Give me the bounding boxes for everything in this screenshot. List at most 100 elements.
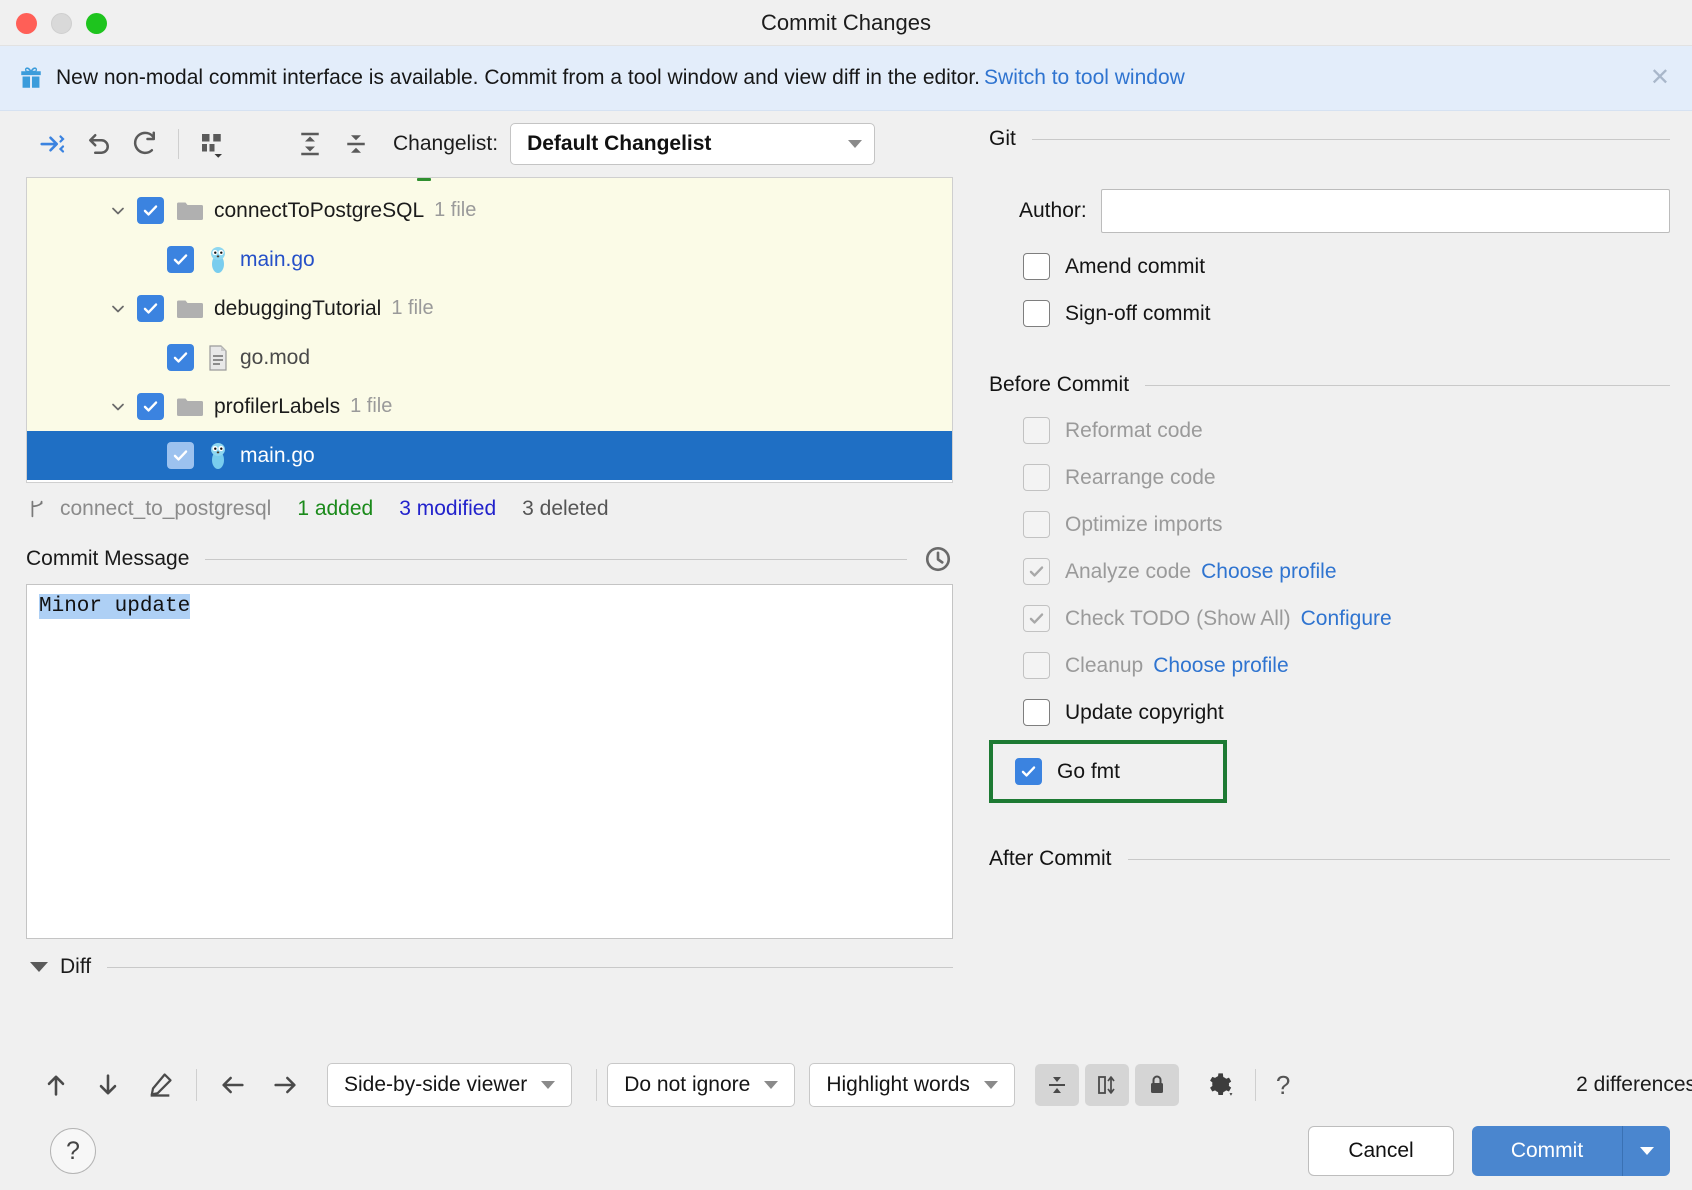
show-diff-icon[interactable] [30,123,76,165]
tree-folder-row[interactable]: debuggingTutorial1 file [27,284,952,333]
changelist-label: Changelist: [393,132,498,156]
maximize-window-button[interactable] [86,13,107,34]
toolbar-separator [1255,1069,1256,1101]
chevron-down-icon [764,1081,778,1089]
collapse-all-icon[interactable] [333,123,379,165]
before-commit-item-row[interactable]: Reformat code [1023,417,1670,444]
gear-icon[interactable] [1193,1063,1245,1107]
diff-section-header: Diff [30,955,953,979]
before-commit-checkbox[interactable] [1023,417,1050,444]
expand-collapse-chevron-icon[interactable] [105,296,131,322]
before-commit-group-header: Before Commit [989,373,1670,397]
before-commit-label: Reformat code [1065,419,1203,443]
viewer-mode-combobox[interactable]: Side-by-side viewer [327,1063,572,1107]
tree-folder-row[interactable]: connectToPostgreSQL1 file [27,186,952,235]
go-fmt-highlight-box: Go fmt [989,740,1227,803]
changes-tree[interactable]: connectToPostgreSQL1 filemain.godebuggin… [26,177,953,483]
close-banner-icon[interactable]: ✕ [1650,66,1670,90]
expand-collapse-chevron-icon[interactable] [105,394,131,420]
signoff-commit-label: Sign-off commit [1065,302,1211,326]
chevron-down-icon [984,1081,998,1089]
before-commit-item-row[interactable]: Analyze codeChoose profile [1023,558,1670,585]
clock-icon[interactable] [923,544,953,574]
expand-collapse-chevron-icon[interactable] [105,198,131,224]
before-commit-checkbox[interactable] [1023,605,1050,632]
tree-row-checkbox[interactable] [137,295,164,322]
refresh-icon[interactable] [122,123,168,165]
added-count[interactable]: 1 added [297,497,373,521]
read-only-lock-icon[interactable] [1135,1064,1179,1106]
before-commit-checkbox[interactable] [1023,558,1050,585]
before-commit-link[interactable]: Choose profile [1201,560,1336,584]
commit-options-dropdown[interactable] [1622,1126,1670,1176]
tree-folder-row[interactable]: profilerLabels1 file [27,382,952,431]
edit-source-icon[interactable] [134,1063,186,1107]
tree-file-row[interactable]: main.go [27,431,952,480]
folder-icon [176,200,204,222]
before-commit-label: Rearrange code [1065,466,1216,490]
deleted-count[interactable]: 3 deleted [522,497,608,521]
traffic-lights [16,13,107,34]
tree-row-checkbox[interactable] [167,344,194,371]
window-titlebar: Commit Changes [0,0,1692,46]
before-commit-link[interactable]: Choose profile [1153,654,1288,678]
collapse-diff-triangle-icon[interactable] [30,962,48,972]
accept-right-icon[interactable] [259,1063,311,1107]
help-button[interactable]: ? [50,1128,96,1174]
before-commit-item-row[interactable]: Check TODO (Show All)Configure [1023,605,1670,632]
window-title: Commit Changes [761,10,931,36]
tree-row-count: 1 file [350,395,392,418]
before-commit-checkbox[interactable] [1023,464,1050,491]
revert-icon[interactable] [76,123,122,165]
amend-commit-checkbox[interactable] [1023,253,1050,280]
git-label: Git [989,127,1016,151]
tree-row-checkbox[interactable] [167,246,194,273]
amend-commit-row[interactable]: Amend commit [1023,253,1670,280]
close-window-button[interactable] [16,13,37,34]
before-commit-item-row[interactable]: Rearrange code [1023,464,1670,491]
go-file-icon [206,442,230,470]
tree-rows-container: connectToPostgreSQL1 filemain.godebuggin… [27,186,952,483]
commit-button-group[interactable]: Commit [1472,1126,1670,1176]
collapse-unchanged-icon[interactable] [1035,1064,1079,1106]
tree-file-row[interactable]: go.mod [27,333,952,382]
author-field[interactable] [1101,189,1670,233]
cancel-button[interactable]: Cancel [1308,1126,1454,1176]
before-commit-link[interactable]: Configure [1301,607,1392,631]
signoff-commit-row[interactable]: Sign-off commit [1023,300,1670,327]
question-mark-icon[interactable]: ? [1266,1070,1300,1101]
ignore-mode-combobox[interactable]: Do not ignore [607,1063,795,1107]
group-by-icon[interactable] [189,123,235,165]
tree-file-row[interactable]: main.go [27,235,952,284]
previous-difference-icon[interactable] [30,1063,82,1107]
minimize-window-button[interactable] [51,13,72,34]
before-commit-item-row[interactable]: Update copyright [1023,699,1670,726]
modified-count[interactable]: 3 modified [399,497,496,521]
go-fmt-row[interactable]: Go fmt [1015,758,1223,785]
before-commit-checkbox[interactable] [1023,699,1050,726]
tree-row-label: main.go [240,444,315,468]
signoff-commit-checkbox[interactable] [1023,300,1050,327]
before-commit-checkbox[interactable] [1023,511,1050,538]
right-pane: Git Author: Amend commit Sign-off commit… [975,111,1692,1189]
tree-row-checkbox[interactable] [137,197,164,224]
commit-message-input[interactable]: Minor update [26,584,953,939]
switch-to-tool-window-link[interactable]: Switch to tool window [984,66,1185,90]
highlight-mode-combobox[interactable]: Highlight words [809,1063,1015,1107]
commit-button[interactable]: Commit [1472,1126,1622,1176]
changelist-combobox[interactable]: Default Changelist [510,123,875,165]
expand-all-icon[interactable] [287,123,333,165]
after-commit-group-header: After Commit [989,847,1670,871]
before-commit-item-row[interactable]: CleanupChoose profile [1023,652,1670,679]
accept-left-icon[interactable] [207,1063,259,1107]
synchronize-scrolling-icon[interactable] [1085,1064,1129,1106]
next-difference-icon[interactable] [82,1063,134,1107]
before-commit-checkbox[interactable] [1023,652,1050,679]
tree-row-checkbox[interactable] [137,393,164,420]
chevron-down-icon [848,140,862,148]
tree-folder-row[interactable]: runDebugConfigurationsForTests3 files [27,480,952,483]
tree-row-checkbox[interactable] [167,442,194,469]
go-fmt-checkbox[interactable] [1015,758,1042,785]
before-commit-item-row[interactable]: Optimize imports [1023,511,1670,538]
changelist-value: Default Changelist [527,132,711,156]
